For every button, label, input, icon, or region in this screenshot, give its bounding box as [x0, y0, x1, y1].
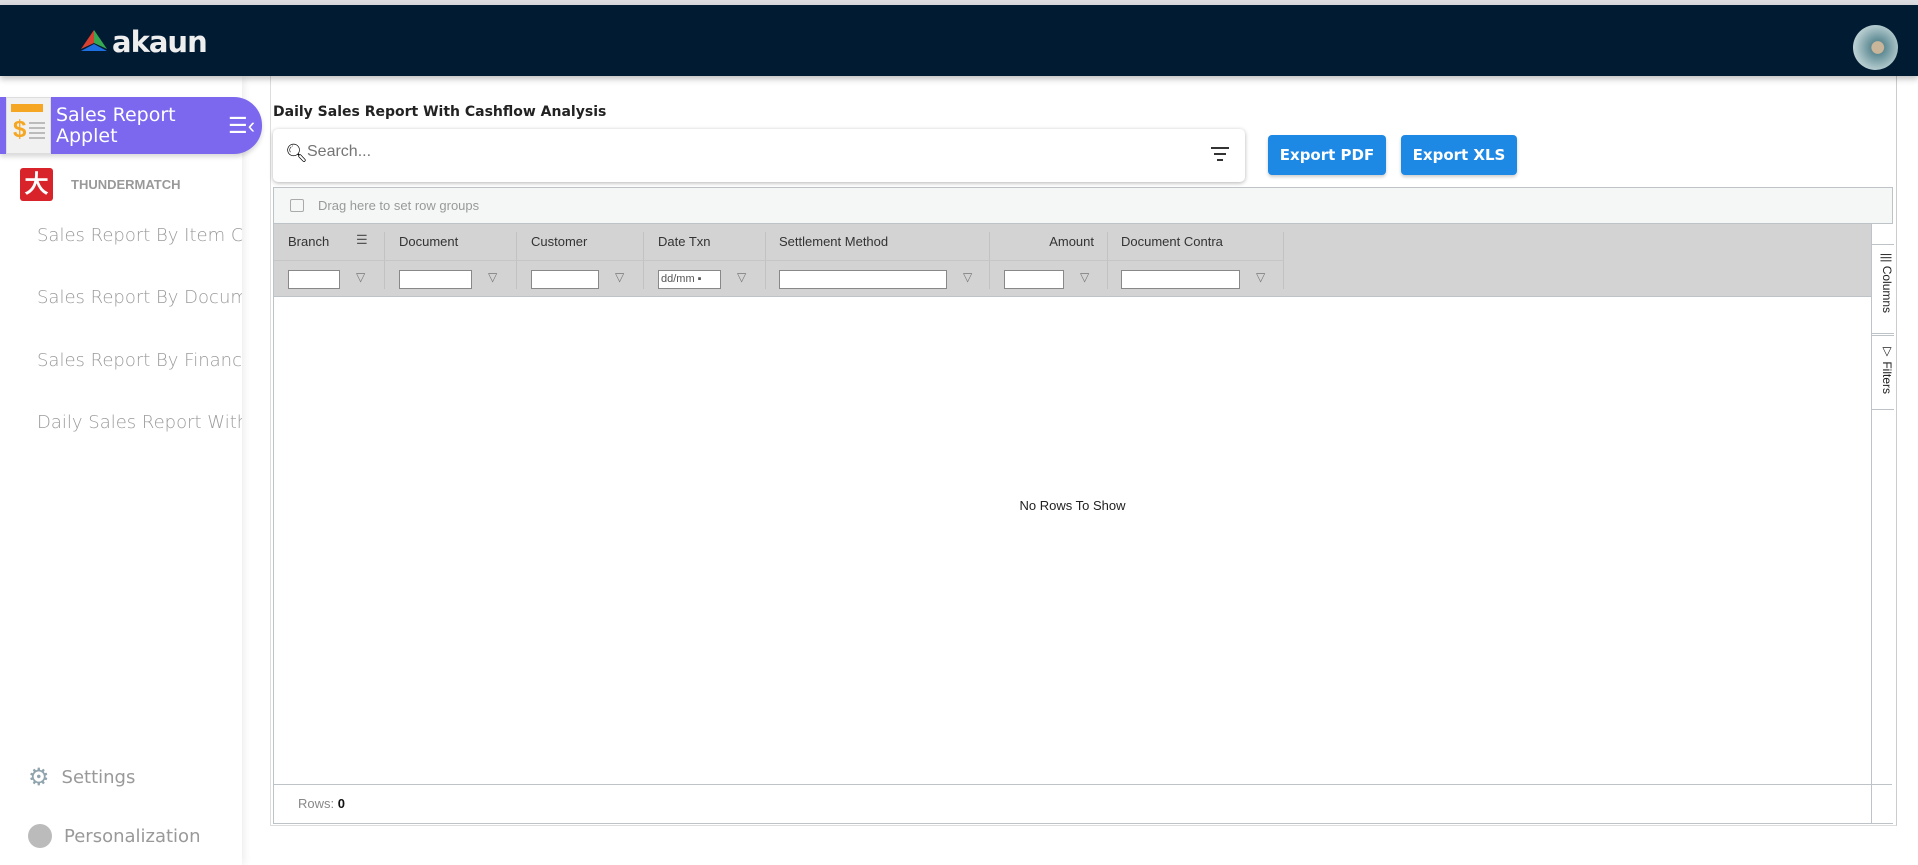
filter-icon[interactable]: ▽ [1080, 270, 1089, 284]
column-header-document-contra[interactable]: Document Contra [1121, 234, 1223, 249]
user-icon [28, 824, 52, 848]
column-header-settlement-method[interactable]: Settlement Method [779, 234, 888, 249]
column-menu-icon[interactable]: ☰ [356, 232, 368, 248]
sidebar: $ Sales Report Applet ☰‹ 大 THUNDERMATCH … [0, 76, 262, 865]
sidebar-item-item-code[interactable]: Sales Report By Item Code [37, 225, 242, 246]
data-grid: Drag here to set row groups Branch ☰ Doc… [273, 187, 1894, 824]
settings-link[interactable]: ⚙ Settings [28, 763, 135, 791]
filter-icon[interactable] [1211, 147, 1229, 165]
tool-panel-sidebar: ||| Columns ▽ Filters [1871, 224, 1894, 823]
column-header-branch[interactable]: Branch [288, 234, 329, 249]
columns-label: Columns [1880, 265, 1894, 314]
filter-icon[interactable]: ▽ [737, 270, 746, 284]
search-icon: 🔍︎ [285, 143, 308, 163]
row-group-panel[interactable]: Drag here to set row groups [274, 188, 1892, 224]
document-contra-filter-input[interactable] [1121, 270, 1240, 289]
row-group-icon [290, 199, 304, 212]
filter-icon[interactable]: ▽ [615, 270, 624, 284]
grid-header: Branch ☰ Document Customer Date Txn Sett… [274, 224, 1871, 297]
column-header-date-txn[interactable]: Date Txn [658, 234, 711, 249]
personalization-label: Personalization [64, 825, 201, 847]
branch-filter-input[interactable] [288, 270, 340, 289]
filters-panel-button[interactable]: ▽ Filters [1872, 335, 1894, 410]
gear-icon: ⚙ [28, 763, 50, 791]
columns-icon: ||| [1880, 253, 1894, 263]
date-placeholder: dd/mm [661, 273, 695, 285]
personalization-link[interactable]: Personalization [28, 824, 200, 848]
column-header-amount[interactable]: Amount [1049, 234, 1094, 249]
rows-label: Rows: [298, 796, 335, 811]
page-title: Daily Sales Report With Cashflow Analysi… [273, 104, 607, 120]
sidebar-item-finance-category[interactable]: Sales Report By Finance Category [37, 350, 242, 371]
filter-icon[interactable]: ▽ [356, 270, 365, 284]
filter-row: ▽ ▽ ▽ dd/mm ▪ ▽ ▽ ▽ ▽ [274, 260, 1284, 296]
empty-message: No Rows To Show [1019, 498, 1126, 513]
export-pdf-button[interactable]: Export PDF [1268, 135, 1386, 175]
document-filter-input[interactable] [399, 270, 472, 289]
search-box: 🔍︎ [273, 129, 1245, 182]
collapse-menu-icon[interactable]: ☰‹ [228, 113, 255, 139]
column-header-customer[interactable]: Customer [531, 234, 587, 249]
filter-icon[interactable]: ▽ [488, 270, 497, 284]
settings-label: Settings [61, 766, 136, 788]
akaun-logo[interactable]: akaun [80, 25, 208, 59]
top-navbar: akaun [0, 5, 1918, 76]
columns-panel-button[interactable]: ||| Columns [1872, 244, 1894, 334]
akaun-logo-icon [81, 30, 107, 51]
active-applet-label: Sales Report Applet [56, 104, 176, 147]
filter-icon[interactable]: ▽ [963, 270, 972, 284]
row-group-hint: Drag here to set row groups [318, 198, 480, 213]
sidebar-item-daily-sales[interactable]: Daily Sales Report With Cashflow Analysi… [37, 412, 242, 433]
user-avatar[interactable] [1853, 25, 1898, 70]
sidebar-item-document[interactable]: Sales Report By Document [37, 287, 242, 308]
thundermatch-group: 大 THUNDERMATCH [20, 168, 181, 201]
group-label: THUNDERMATCH [71, 177, 181, 192]
grid-footer: Rows: 0 [274, 784, 1892, 823]
filters-label: Filters [1880, 361, 1894, 395]
filter-icon: ▽ [1880, 344, 1894, 358]
sales-report-icon: $ [6, 97, 51, 154]
search-input[interactable] [307, 143, 1187, 161]
settlement-filter-input[interactable] [779, 270, 947, 289]
thundermatch-icon: 大 [20, 168, 53, 201]
column-header-document[interactable]: Document [399, 234, 458, 249]
logo-text: akaun [112, 25, 208, 59]
filter-icon[interactable]: ▽ [1256, 270, 1265, 284]
active-applet[interactable]: $ Sales Report Applet ☰‹ [0, 97, 262, 154]
rows-count: 0 [337, 796, 345, 811]
customer-filter-input[interactable] [531, 270, 599, 289]
date-filter-input[interactable]: dd/mm ▪ [658, 270, 721, 289]
export-xls-button[interactable]: Export XLS [1401, 135, 1517, 175]
amount-filter-input[interactable] [1004, 270, 1064, 289]
